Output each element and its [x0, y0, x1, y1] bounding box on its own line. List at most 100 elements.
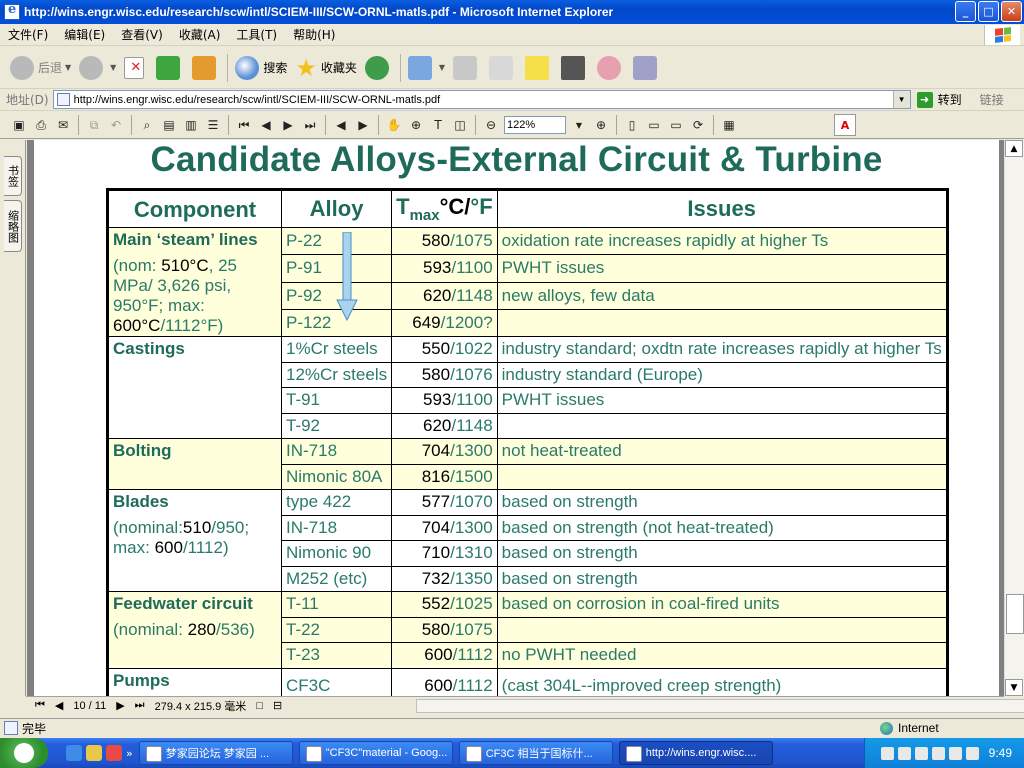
- scroll-down-icon[interactable]: ▼: [1005, 679, 1023, 696]
- menu-file[interactable]: 文件(F): [0, 26, 56, 43]
- horizontal-scrollbar[interactable]: [416, 699, 1024, 713]
- alloy-cell: 12%Cr steels: [280, 361, 393, 388]
- undo-icon[interactable]: ↶: [105, 114, 127, 136]
- back-button[interactable]: 后退 ▼: [6, 51, 75, 85]
- page-size: 279.4 x 215.9 毫米: [154, 700, 247, 713]
- task-button-2[interactable]: CF3C 相当于国标什...: [458, 741, 613, 765]
- tab-bookmarks[interactable]: 书签: [4, 156, 22, 196]
- language-icon[interactable]: [897, 746, 911, 760]
- previous-view-icon[interactable]: ◀: [330, 114, 352, 136]
- chevron-down-icon[interactable]: ▼: [892, 91, 910, 108]
- previous-page-icon[interactable]: ◀: [255, 114, 277, 136]
- favorites-button[interactable]: ★ 收藏夹: [291, 51, 361, 85]
- continuous-icon[interactable]: ⊟: [268, 699, 287, 712]
- links-label[interactable]: 链接: [980, 91, 1004, 108]
- start-button[interactable]: [0, 738, 48, 768]
- chevron-down-icon[interactable]: ▼: [568, 114, 590, 136]
- stop-button[interactable]: ✕: [120, 51, 152, 85]
- text-select-icon[interactable]: T: [427, 114, 449, 136]
- maximize-button[interactable]: □: [978, 1, 999, 22]
- previous-page-icon[interactable]: ◀: [50, 699, 68, 712]
- home-button[interactable]: [188, 51, 224, 85]
- page-layout-icon[interactable]: ▥: [180, 114, 202, 136]
- task-button-1[interactable]: "CF3C"material - Goog...: [298, 741, 453, 765]
- alloy-cell: T-11: [280, 591, 393, 618]
- hand-tool-icon[interactable]: ✋: [383, 114, 405, 136]
- page-layout-icon[interactable]: ▤: [158, 114, 180, 136]
- refresh-button[interactable]: [152, 51, 188, 85]
- issue-cell: [496, 308, 948, 338]
- network-icon[interactable]: [931, 746, 945, 760]
- plugin-button[interactable]: [593, 51, 629, 85]
- messenger-button[interactable]: [557, 51, 593, 85]
- email-icon[interactable]: ✉: [52, 114, 74, 136]
- ie-icon[interactable]: [66, 745, 82, 761]
- history-icon: [364, 55, 389, 80]
- tmax-cell: 593/1100: [391, 387, 498, 414]
- zoom-in-icon[interactable]: ⊕: [590, 114, 612, 136]
- last-page-icon[interactable]: ⏭: [130, 699, 150, 712]
- task-button-3[interactable]: http://wins.engr.wisc....: [618, 741, 773, 765]
- print-icon[interactable]: ⎙: [30, 114, 52, 136]
- save-icon[interactable]: ▣: [8, 114, 30, 136]
- close-button[interactable]: ✕: [1001, 1, 1022, 22]
- next-view-icon[interactable]: ▶: [352, 114, 374, 136]
- menu-view[interactable]: 查看(V): [113, 26, 171, 43]
- next-page-icon[interactable]: ▶: [277, 114, 299, 136]
- research-button[interactable]: [629, 51, 665, 85]
- copy-icon[interactable]: ⧉: [83, 114, 105, 136]
- keyboard-icon[interactable]: [880, 746, 894, 760]
- search-button[interactable]: 搜索: [231, 51, 291, 85]
- history-button[interactable]: [361, 51, 397, 85]
- address-input[interactable]: http://wins.engr.wisc.edu/research/scw/i…: [52, 90, 911, 109]
- minimize-button[interactable]: _: [955, 1, 976, 22]
- header-tmax-t: T: [396, 194, 410, 219]
- security-icon[interactable]: [948, 746, 962, 760]
- mail-button[interactable]: ▼: [404, 51, 449, 85]
- forward-button[interactable]: ▼: [75, 51, 120, 85]
- last-page-icon[interactable]: ⏭: [299, 114, 321, 136]
- snapshot-icon[interactable]: ◫: [449, 114, 471, 136]
- volume-icon[interactable]: [914, 746, 928, 760]
- rotate-icon[interactable]: ⟳: [687, 114, 709, 136]
- zoom-tool-icon[interactable]: ⊕: [405, 114, 427, 136]
- page-indicator[interactable]: 10 / 11: [68, 700, 111, 712]
- tab-thumbnails[interactable]: 缩略图: [4, 200, 22, 252]
- zoom-out-icon[interactable]: ⊖: [480, 114, 502, 136]
- slide-title: Candidate Alloys-External Circuit & Turb…: [150, 140, 883, 179]
- menu-tools[interactable]: 工具(T): [228, 26, 285, 43]
- menu-help[interactable]: 帮助(H): [285, 26, 343, 43]
- header-tmax: Tmax°C/°F: [391, 189, 498, 228]
- zoom-field[interactable]: 122%: [504, 116, 566, 134]
- menu-favorites[interactable]: 收藏(A): [171, 26, 229, 43]
- scroll-up-icon[interactable]: ▲: [1005, 140, 1023, 157]
- tmax-fahrenheit: 1310: [454, 543, 493, 563]
- media-icon[interactable]: [106, 745, 122, 761]
- first-page-icon[interactable]: ⏮: [30, 699, 50, 712]
- task-button-0[interactable]: 梦家园论坛 梦家园 ...: [138, 741, 293, 765]
- single-page-icon[interactable]: □: [251, 700, 268, 712]
- menu-edit[interactable]: 编辑(E): [56, 26, 113, 43]
- print-button[interactable]: [449, 51, 485, 85]
- antivirus-icon[interactable]: [965, 746, 979, 760]
- tmax-fahrenheit: 1500: [454, 466, 493, 486]
- desktop-icon[interactable]: [86, 745, 102, 761]
- edit-button[interactable]: [485, 51, 521, 85]
- actual-size-icon[interactable]: ▯: [621, 114, 643, 136]
- fit-page-icon[interactable]: ▭: [643, 114, 665, 136]
- chevron-right-icon[interactable]: »: [126, 747, 133, 760]
- scroll-thumb[interactable]: [1006, 594, 1024, 634]
- page-layout-menu-icon[interactable]: ▦: [718, 114, 740, 136]
- go-button[interactable]: ➜ 转到: [916, 91, 962, 108]
- fit-width-icon[interactable]: ▭: [665, 114, 687, 136]
- next-page-icon[interactable]: ▶: [111, 699, 129, 712]
- vertical-scrollbar[interactable]: ▲ ▼: [1004, 140, 1024, 696]
- first-page-icon[interactable]: ⏮: [233, 114, 255, 136]
- bookmarks-panel-icon[interactable]: ☰: [202, 114, 224, 136]
- notes-button[interactable]: [521, 51, 557, 85]
- header-alloy: Alloy: [280, 189, 393, 228]
- component-note-part: (nom:: [113, 256, 162, 275]
- toolbar-separator: [399, 53, 401, 82]
- find-icon[interactable]: ⌕: [136, 114, 158, 136]
- table-header-row: Component Alloy Tmax°C/°F Issues: [107, 189, 948, 228]
